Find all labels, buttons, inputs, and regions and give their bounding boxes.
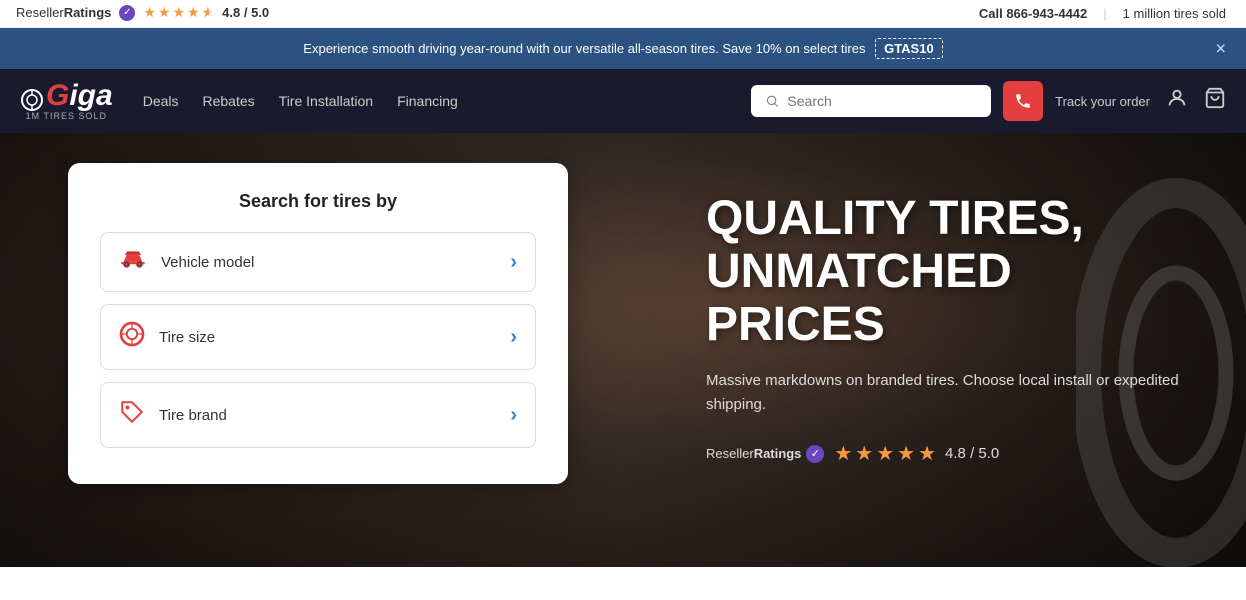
user-icon[interactable]: [1166, 87, 1188, 115]
reseller-text: ResellerRatings: [706, 446, 801, 461]
phone-number[interactable]: Call 866-943-4442: [979, 6, 1087, 21]
top-star-1: ★: [143, 4, 156, 21]
phone-button[interactable]: [1003, 81, 1043, 121]
top-stars: ★ ★ ★ ★ ★ ★: [143, 4, 214, 21]
tire-brand-option[interactable]: Tire brand ›: [100, 382, 536, 448]
star-4: ★: [897, 441, 915, 466]
hero-content: QUALITY TIRES, UNMATCHED PRICES Massive …: [706, 193, 1186, 466]
promo-banner: Experience smooth driving year-round wit…: [0, 28, 1246, 69]
car-icon: [119, 249, 147, 275]
nav-financing[interactable]: Financing: [397, 93, 458, 109]
search-input[interactable]: [787, 93, 977, 109]
tire-size-option[interactable]: Tire size ›: [100, 304, 536, 370]
cart-icon[interactable]: [1204, 87, 1226, 115]
vehicle-model-option[interactable]: Vehicle model ›: [100, 232, 536, 292]
tire-brand-label: Tire brand: [159, 407, 227, 424]
user-svg: [1166, 87, 1188, 109]
tire-size-label: Tire size: [159, 329, 215, 346]
tire-brand-chevron: ›: [510, 404, 517, 427]
star-5: ★: [918, 441, 936, 466]
phone-icon: [1014, 92, 1032, 110]
tires-sold: 1 million tires sold: [1123, 6, 1226, 21]
promo-close-button[interactable]: ×: [1215, 38, 1226, 59]
nav-links: Deals Rebates Tire Installation Financin…: [143, 93, 751, 109]
reseller-check-icon: ✓: [806, 445, 824, 463]
cart-svg: [1204, 87, 1226, 109]
logo-tire-icon: [20, 89, 44, 111]
reseller-badge: ResellerRatings ✓: [706, 445, 824, 463]
search-icon: [765, 93, 779, 109]
hero-section: Search for tires by Vehicle model ›: [0, 133, 1246, 567]
search-bar[interactable]: [751, 85, 991, 117]
nav-rebates[interactable]: Rebates: [203, 93, 255, 109]
tire-size-chevron: ›: [510, 326, 517, 349]
hero-stars: ★ ★ ★ ★ ★ 4.8 / 5.0: [834, 441, 999, 466]
top-reseller-label: ResellerRatings: [16, 5, 111, 20]
top-reseller-check: ✓: [119, 5, 135, 21]
promo-code[interactable]: GTAS10: [875, 38, 943, 59]
top-star-4: ★: [187, 4, 200, 21]
main-nav: Giga 1M Tires SOLD Deals Rebates Tire In…: [0, 69, 1246, 133]
search-panel-title: Search for tires by: [100, 191, 536, 212]
nav-icons: [1166, 87, 1226, 115]
hero-title: QUALITY TIRES, UNMATCHED PRICES: [706, 193, 1186, 351]
star-1: ★: [834, 441, 852, 466]
hero-rating-text: 4.8 / 5.0: [945, 445, 999, 462]
nav-deals[interactable]: Deals: [143, 93, 179, 109]
logo-subtitle: 1M Tires SOLD: [26, 111, 107, 121]
divider: |: [1103, 6, 1106, 21]
top-star-2: ★: [158, 4, 171, 21]
track-order-link[interactable]: Track your order: [1055, 94, 1150, 109]
promo-text: Experience smooth driving year-round wit…: [303, 41, 865, 56]
search-panel: Search for tires by Vehicle model ›: [68, 163, 568, 484]
hero-description: Massive markdowns on branded tires. Choo…: [706, 369, 1186, 417]
vehicle-model-chevron: ›: [510, 251, 517, 274]
star-3: ★: [876, 441, 894, 466]
top-star-3: ★: [172, 4, 185, 21]
hero-ratings: ResellerRatings ✓ ★ ★ ★ ★ ★ 4.8 / 5.0: [706, 441, 1186, 466]
nav-tire-installation[interactable]: Tire Installation: [279, 93, 373, 109]
top-star-5: ★ ★: [202, 4, 215, 21]
logo[interactable]: Giga 1M Tires SOLD: [20, 81, 113, 121]
star-2: ★: [855, 441, 873, 466]
top-rating: 4.8 / 5.0: [222, 5, 269, 20]
vehicle-model-label: Vehicle model: [161, 254, 254, 271]
tire-size-icon: [119, 321, 145, 353]
tag-icon: [119, 399, 145, 431]
